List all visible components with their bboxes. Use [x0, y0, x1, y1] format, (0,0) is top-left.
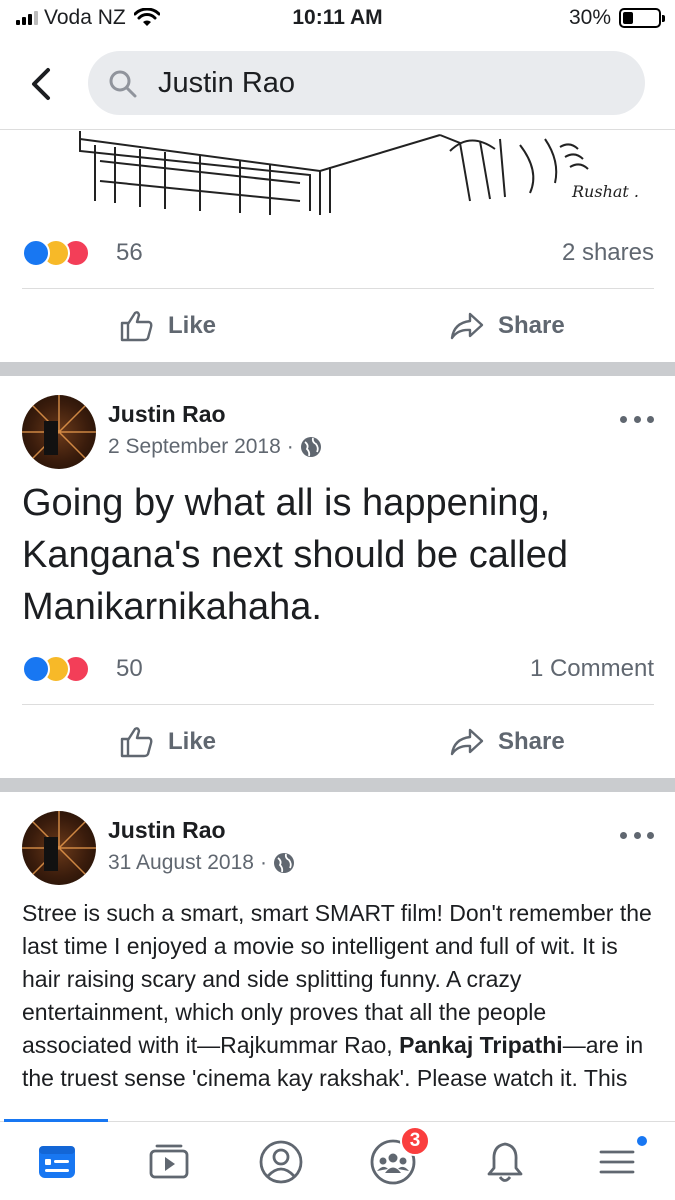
tab-notifications[interactable]	[450, 1122, 560, 1200]
search-header	[0, 44, 675, 130]
search-results-feed[interactable]: Rushat . 56 2 shares Like Share Justin R…	[0, 131, 675, 1121]
post-date[interactable]: 2 September 2018	[108, 435, 281, 459]
post-text: Going by what all is happening, Kangana'…	[22, 482, 568, 628]
battery-percent: 30%	[568, 6, 611, 29]
avatar[interactable]	[22, 395, 96, 469]
profile-icon	[259, 1140, 303, 1183]
post-meta: 31 August 2018 ·	[108, 851, 295, 875]
shares-count[interactable]: 2 shares	[562, 239, 654, 267]
post-image-cartoon[interactable]: Rushat .	[0, 131, 675, 217]
share-arrow-icon	[450, 728, 484, 756]
globe-icon	[300, 437, 321, 457]
avatar[interactable]	[22, 811, 96, 885]
post-reactions-row: 56 2 shares	[22, 217, 654, 289]
share-arrow-icon	[450, 312, 484, 340]
share-button[interactable]: Share	[450, 290, 565, 362]
tagged-person-link[interactable]: Pankaj Tripathi	[399, 1032, 563, 1058]
share-button[interactable]: Share	[450, 706, 565, 778]
like-button[interactable]: Like	[120, 290, 216, 362]
hamburger-menu-icon	[599, 1150, 635, 1173]
tab-groups[interactable]: 3	[338, 1122, 448, 1200]
author-name[interactable]: Justin Rao	[108, 817, 226, 844]
post-header: Justin Rao 2 September 2018 ·	[22, 395, 654, 475]
bell-icon	[487, 1142, 523, 1182]
news-feed-icon	[39, 1145, 75, 1178]
share-label: Share	[498, 312, 565, 339]
status-bar: Voda NZ 10:11 AM 30%	[0, 0, 675, 38]
thumbs-up-icon	[120, 311, 153, 342]
battery-icon	[619, 8, 665, 28]
like-reaction-icon	[22, 655, 50, 683]
like-label: Like	[168, 312, 217, 339]
menu-update-dot	[635, 1134, 649, 1148]
cartoon-signature: Rushat .	[571, 182, 639, 201]
tab-news-feed[interactable]	[2, 1122, 112, 1200]
tab-watch[interactable]	[114, 1122, 224, 1200]
more-options-button[interactable]	[620, 825, 654, 845]
back-chevron-icon	[32, 68, 50, 100]
post-header: Justin Rao 31 August 2018 ·	[22, 811, 654, 891]
post-divider	[0, 362, 675, 376]
post-reactions-row: 50 1 Comment	[22, 633, 654, 705]
groups-notification-badge: 3	[400, 1126, 430, 1156]
tab-profile[interactable]	[226, 1122, 336, 1200]
like-label: Like	[168, 728, 217, 755]
reaction-icons[interactable]	[22, 239, 112, 269]
tab-menu[interactable]	[562, 1122, 672, 1200]
reaction-icons[interactable]	[22, 655, 112, 685]
search-input[interactable]	[158, 61, 618, 105]
bottom-tab-bar: 3	[0, 1119, 675, 1200]
reaction-count[interactable]: 56	[116, 239, 143, 267]
post-date[interactable]: 31 August 2018	[108, 851, 254, 875]
comments-count[interactable]: 1 Comment	[530, 655, 654, 683]
thumbs-up-icon	[120, 727, 153, 758]
avatar-image	[22, 811, 96, 885]
avatar-image	[22, 395, 96, 469]
search-icon	[109, 70, 137, 98]
globe-icon	[273, 853, 294, 873]
post-divider	[0, 778, 675, 792]
post-text: Stree is such a smart, smart SMART film!…	[22, 897, 654, 1095]
post-actions-row: Like Share	[22, 706, 654, 778]
reaction-count[interactable]: 50	[116, 655, 143, 683]
watch-video-icon	[149, 1144, 189, 1178]
post-meta: 2 September 2018 ·	[108, 435, 322, 459]
like-reaction-icon	[22, 239, 50, 267]
meta-separator: ·	[286, 435, 294, 458]
back-button[interactable]	[26, 64, 60, 104]
share-label: Share	[498, 728, 565, 755]
post-actions-row: Like Share	[22, 290, 654, 362]
search-bar[interactable]	[88, 51, 645, 115]
like-button[interactable]: Like	[120, 706, 216, 778]
author-name[interactable]: Justin Rao	[108, 401, 226, 428]
status-right: 30%	[568, 6, 665, 30]
more-options-button[interactable]	[620, 409, 654, 429]
meta-separator: ·	[259, 851, 267, 874]
